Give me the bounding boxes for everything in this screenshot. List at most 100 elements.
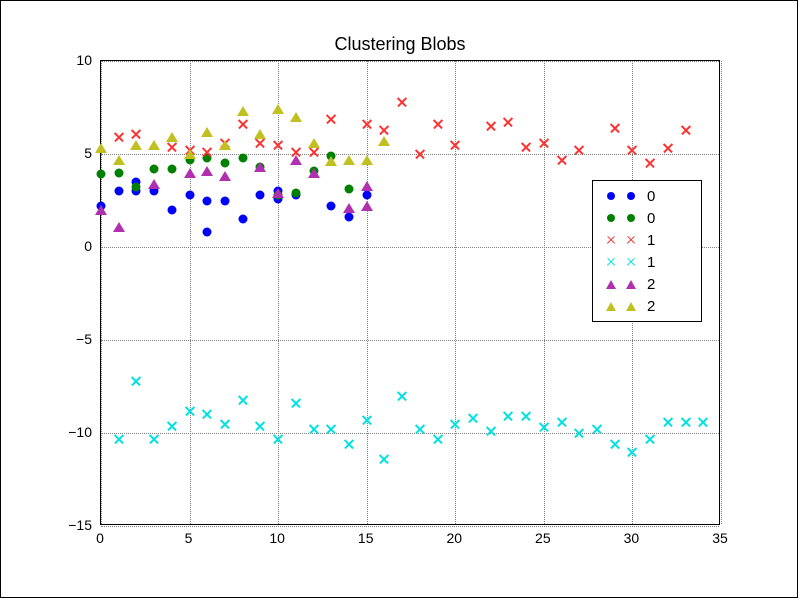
data-point (681, 125, 691, 135)
data-point (326, 114, 336, 124)
data-point (361, 201, 373, 211)
data-point (291, 189, 300, 198)
data-point (344, 439, 354, 449)
data-point (345, 213, 354, 222)
data-point (291, 398, 301, 408)
data-point (202, 409, 212, 419)
data-point (345, 185, 354, 194)
data-point (273, 434, 283, 444)
data-point (433, 119, 443, 129)
data-point (397, 97, 407, 107)
data-point (698, 417, 708, 427)
data-point (362, 119, 372, 129)
data-point (185, 406, 195, 416)
chart-title: Clustering Blobs (0, 34, 800, 55)
data-point (130, 140, 142, 150)
data-point (521, 411, 531, 421)
data-point (238, 215, 247, 224)
data-point (557, 155, 567, 165)
grid-line-vertical (367, 61, 368, 524)
grid-line-vertical (278, 61, 279, 524)
data-point (681, 417, 691, 427)
data-point (415, 149, 425, 159)
legend-row: 1 (601, 251, 693, 273)
data-point (415, 424, 425, 434)
data-point (450, 419, 460, 429)
data-point (273, 140, 283, 150)
data-point (326, 424, 336, 434)
data-point (592, 424, 602, 434)
data-point (663, 417, 673, 427)
legend-swatch (601, 187, 641, 205)
data-point (167, 164, 176, 173)
data-point (327, 202, 336, 211)
data-point (184, 149, 196, 159)
data-point (379, 454, 389, 464)
data-point (185, 190, 194, 199)
data-point (361, 155, 373, 165)
legend-swatch (601, 231, 641, 249)
grid-line-vertical (190, 61, 191, 524)
data-point (272, 104, 284, 114)
data-point (131, 376, 141, 386)
data-point (325, 156, 337, 166)
data-point (167, 421, 177, 431)
data-point (114, 168, 123, 177)
data-point (95, 143, 107, 153)
data-point (254, 129, 266, 139)
legend-swatch (601, 297, 641, 315)
grid-line-vertical (721, 61, 722, 524)
legend-row: 1 (601, 229, 693, 251)
data-point (486, 426, 496, 436)
data-point (202, 147, 212, 157)
x-tick-label: 10 (269, 530, 285, 546)
data-point (308, 138, 320, 148)
legend-label: 2 (647, 298, 655, 315)
data-point (254, 162, 266, 172)
data-point (113, 155, 125, 165)
data-point (397, 391, 407, 401)
data-point (290, 155, 302, 165)
data-point (114, 187, 123, 196)
x-tick-label: 15 (358, 530, 374, 546)
data-point (255, 138, 265, 148)
data-point (237, 106, 249, 116)
legend-row: 2 (601, 273, 693, 295)
data-point (113, 222, 125, 232)
data-point (308, 168, 320, 178)
data-point (503, 117, 513, 127)
data-point (256, 190, 265, 199)
data-point (557, 417, 567, 427)
legend-label: 2 (647, 276, 655, 293)
data-point (645, 434, 655, 444)
y-tick-label: 5 (84, 145, 92, 161)
data-point (362, 190, 371, 199)
data-point (379, 125, 389, 135)
data-point (539, 422, 549, 432)
data-point (184, 168, 196, 178)
data-point (309, 424, 319, 434)
data-point (255, 421, 265, 431)
data-point (238, 119, 248, 129)
x-tick-label: 30 (624, 530, 640, 546)
data-point (219, 140, 231, 150)
data-point (433, 434, 443, 444)
grid-line-vertical (544, 61, 545, 524)
data-point (150, 164, 159, 173)
data-point (361, 181, 373, 191)
data-point (645, 158, 655, 168)
y-tick-label: 0 (84, 238, 92, 254)
x-tick-label: 25 (535, 530, 551, 546)
x-tick-label: 35 (712, 530, 728, 546)
x-tick-label: 0 (96, 530, 104, 546)
data-point (627, 145, 637, 155)
data-point (610, 123, 620, 133)
x-tick-label: 20 (446, 530, 462, 546)
data-point (149, 434, 159, 444)
grid-line-horizontal (101, 433, 719, 434)
data-point (220, 419, 230, 429)
legend-label: 0 (647, 210, 655, 227)
legend-row: 2 (601, 295, 693, 317)
grid-line-vertical (455, 61, 456, 524)
data-point (167, 142, 177, 152)
